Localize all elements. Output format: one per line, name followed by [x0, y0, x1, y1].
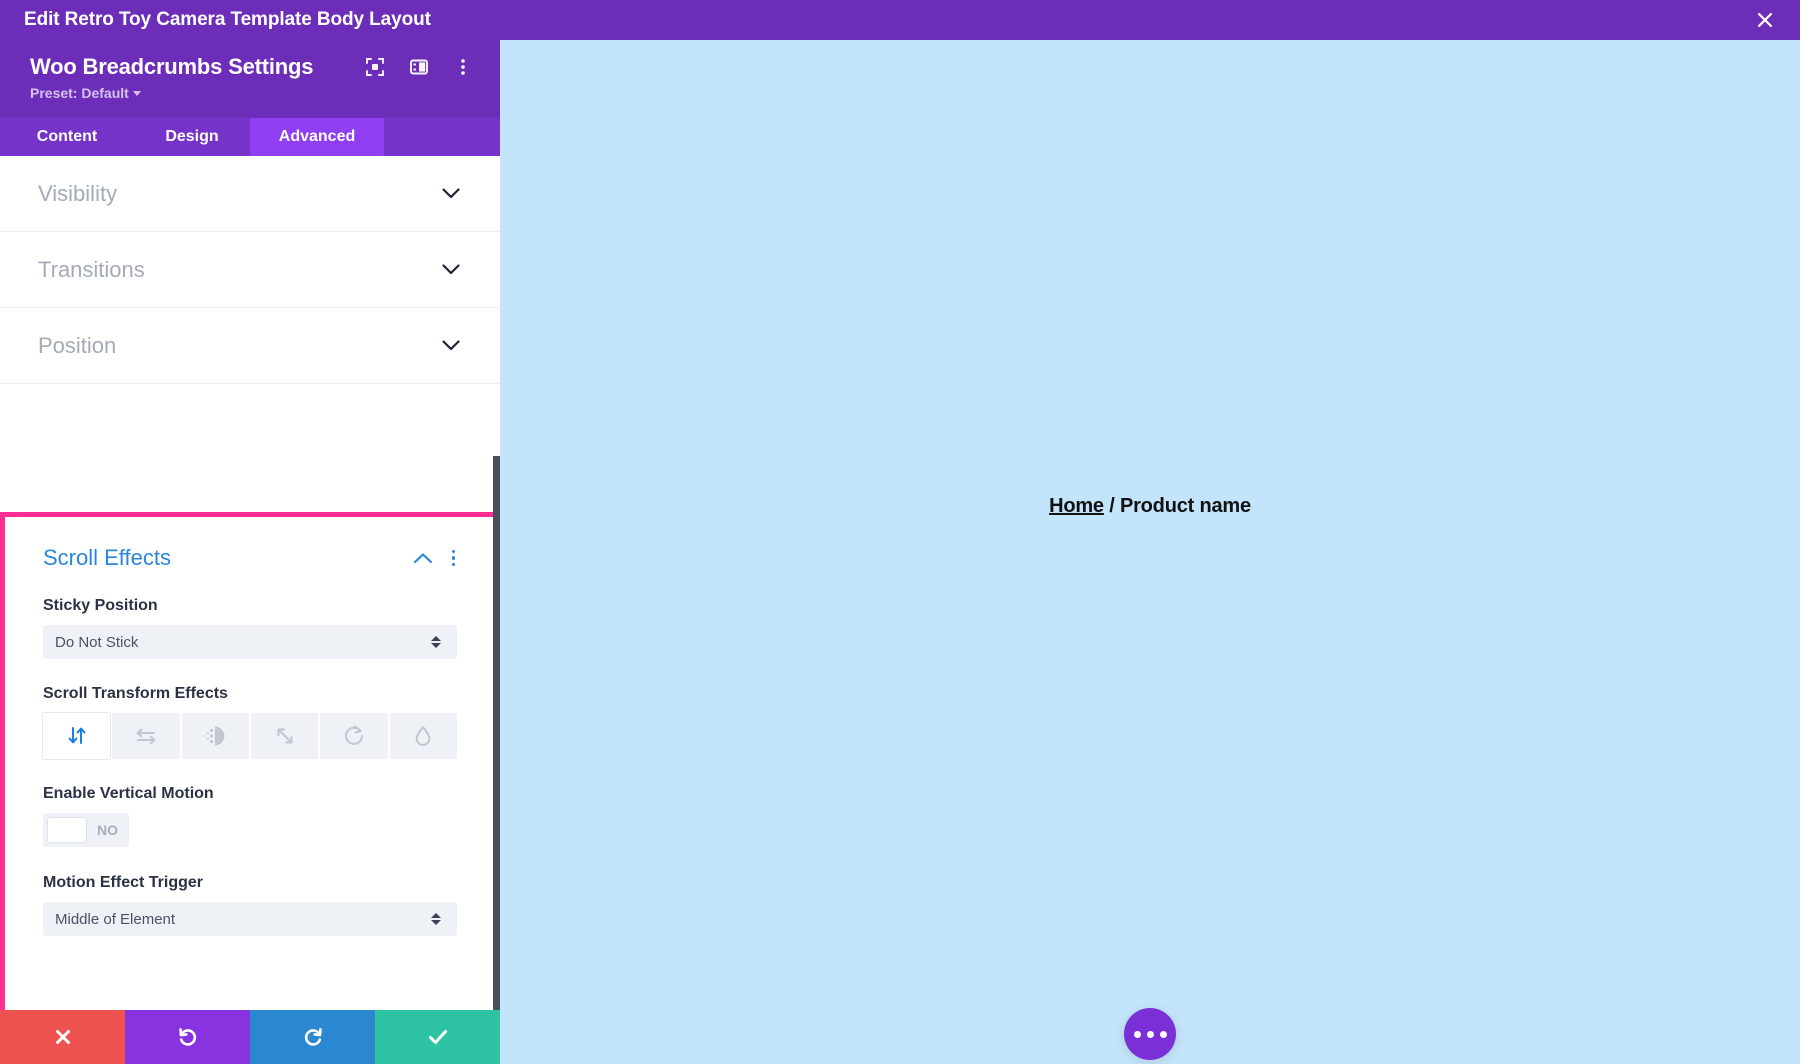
- scroll-transform-effects-label: Scroll Transform Effects: [43, 685, 457, 703]
- redo-button[interactable]: [250, 1010, 375, 1064]
- field-scroll-transform-effects: Scroll Transform Effects: [43, 685, 457, 759]
- settings-action-bar: [0, 1010, 500, 1064]
- settings-panel-header: Woo Breadcrumbs Settings: [0, 40, 500, 118]
- section-visibility[interactable]: Visibility: [0, 156, 500, 232]
- enable-vertical-motion-toggle[interactable]: NO: [43, 813, 129, 847]
- dot-icon: [1134, 1031, 1141, 1038]
- window-title: Edit Retro Toy Camera Template Body Layo…: [24, 9, 431, 31]
- tab-content[interactable]: Content: [0, 118, 134, 156]
- horizontal-motion-icon[interactable]: [112, 713, 179, 759]
- section-options-icon[interactable]: [450, 548, 458, 569]
- section-scroll-effects-label: Scroll Effects: [43, 545, 412, 571]
- section-transitions-label: Transitions: [38, 257, 440, 283]
- motion-effect-trigger-value: Middle of Element: [55, 911, 431, 928]
- preset-label: Preset: Default: [30, 85, 129, 101]
- blur-icon[interactable]: [390, 713, 457, 759]
- section-position-label: Position: [38, 333, 440, 359]
- settings-panel-body: Visibility Transitions Position: [0, 156, 500, 1064]
- dot-icon: [1160, 1031, 1167, 1038]
- field-enable-vertical-motion: Enable Vertical Motion NO: [43, 785, 457, 848]
- focus-target-icon[interactable]: [364, 56, 386, 78]
- sticky-position-label: Sticky Position: [43, 597, 457, 615]
- sticky-position-value: Do Not Stick: [55, 634, 431, 651]
- panel-header-actions: [364, 56, 478, 78]
- breadcrumb-separator: /: [1104, 495, 1120, 517]
- panel-scrollbar-thumb[interactable]: [493, 456, 500, 1056]
- section-scroll-effects: Scroll Effects Sticky Position Do Not S: [5, 517, 495, 936]
- more-options-icon[interactable]: [452, 56, 474, 78]
- top-bar: Edit Retro Toy Camera Template Body Layo…: [0, 0, 1800, 40]
- close-icon[interactable]: [1752, 7, 1778, 33]
- section-position[interactable]: Position: [0, 308, 500, 384]
- builder-window: Edit Retro Toy Camera Template Body Layo…: [0, 0, 1800, 1064]
- select-spinner-icon: [431, 913, 445, 925]
- tab-advanced[interactable]: Advanced: [250, 118, 384, 156]
- tab-design[interactable]: Design: [134, 118, 250, 156]
- section-scroll-effects-header[interactable]: Scroll Effects: [43, 545, 457, 571]
- chevron-down-icon: [133, 91, 141, 96]
- enable-vertical-motion-state: NO: [97, 822, 118, 838]
- breadcrumb: Home / Product name: [500, 495, 1800, 518]
- save-button[interactable]: [375, 1010, 500, 1064]
- undo-button[interactable]: [125, 1010, 250, 1064]
- field-motion-effect-trigger: Motion Effect Trigger Middle of Element: [43, 874, 457, 936]
- sticky-position-select[interactable]: Do Not Stick: [43, 625, 457, 659]
- breadcrumb-home-link[interactable]: Home: [1049, 495, 1104, 517]
- panel-scrollbar[interactable]: [493, 40, 500, 1064]
- motion-effect-trigger-select[interactable]: Middle of Element: [43, 902, 457, 936]
- settings-tabs: Content Design Advanced: [0, 118, 500, 156]
- section-scroll-effects-highlight: Scroll Effects Sticky Position Do Not S: [0, 512, 500, 1018]
- dot-icon: [1147, 1031, 1154, 1038]
- toggle-knob: [47, 817, 87, 843]
- fading-icon[interactable]: [182, 713, 249, 759]
- module-settings-title: Woo Breadcrumbs Settings: [30, 54, 364, 80]
- breadcrumb-current: Product name: [1120, 495, 1251, 517]
- field-sticky-position: Sticky Position Do Not Stick: [43, 597, 457, 659]
- vertical-motion-icon[interactable]: [43, 713, 110, 759]
- motion-effect-trigger-label: Motion Effect Trigger: [43, 874, 457, 892]
- panel-layout-icon[interactable]: [408, 56, 430, 78]
- page-preview: Home / Product name: [500, 40, 1800, 1064]
- chevron-down-icon: [440, 187, 462, 201]
- scroll-transform-effects-group: [43, 713, 457, 759]
- cancel-button[interactable]: [0, 1010, 125, 1064]
- enable-vertical-motion-label: Enable Vertical Motion: [43, 785, 457, 803]
- rotating-icon[interactable]: [320, 713, 387, 759]
- builder-fab-button[interactable]: [1124, 1008, 1176, 1060]
- chevron-down-icon: [440, 263, 462, 277]
- chevron-up-icon[interactable]: [412, 551, 434, 565]
- chevron-down-icon: [440, 339, 462, 353]
- preset-selector[interactable]: Preset: Default: [30, 85, 141, 101]
- section-transitions[interactable]: Transitions: [0, 232, 500, 308]
- select-spinner-icon: [431, 636, 445, 648]
- section-visibility-label: Visibility: [38, 181, 440, 207]
- scaling-icon[interactable]: [251, 713, 318, 759]
- settings-panel: Woo Breadcrumbs Settings: [0, 40, 500, 1064]
